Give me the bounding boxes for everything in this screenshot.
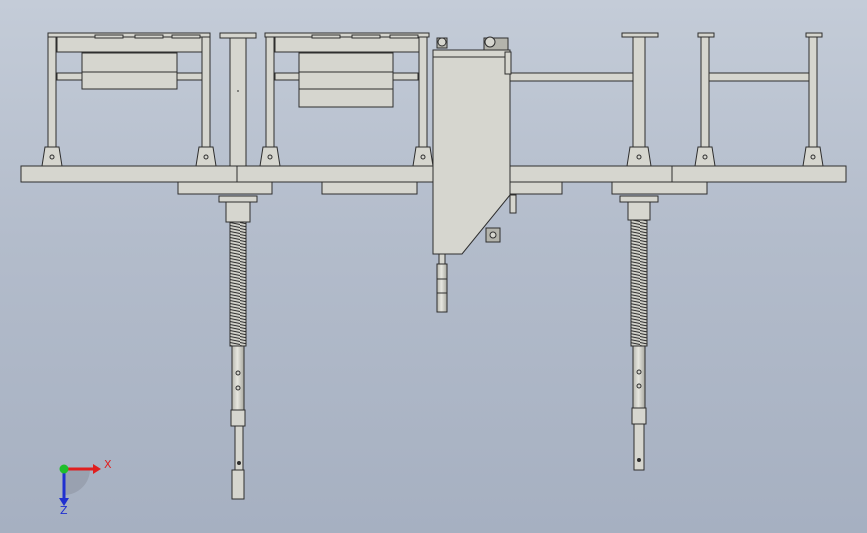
left-rack xyxy=(41,32,217,167)
middle-left-rack xyxy=(259,32,434,167)
coordinate-triad-icon: X Z xyxy=(59,458,112,517)
right-rack xyxy=(509,32,824,167)
x-axis-label: X xyxy=(104,458,112,471)
left-post xyxy=(219,32,257,167)
cad-viewport[interactable]: X Z xyxy=(0,0,867,533)
left-lift-unit xyxy=(218,195,258,500)
right-lift-unit xyxy=(619,195,659,471)
z-axis-label: Z xyxy=(60,504,68,517)
central-cabinet xyxy=(432,36,517,313)
assembly-view: X Z xyxy=(20,32,847,517)
